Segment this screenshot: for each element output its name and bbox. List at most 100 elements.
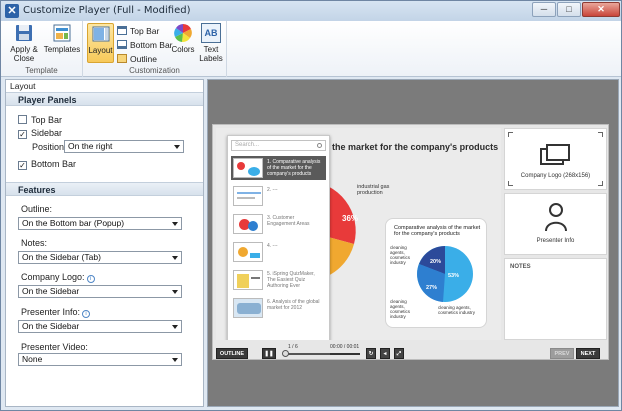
outline-item-text: 5. iSpring QuizMaker, The Easiest Quiz A… bbox=[267, 271, 315, 289]
search-placeholder: Search... bbox=[235, 142, 260, 148]
templates-label: Templates bbox=[43, 45, 81, 54]
title-bar: ✕ Customize Player (Full - Modified) ─ □… bbox=[1, 1, 621, 21]
layout-button[interactable]: Layout bbox=[87, 23, 114, 63]
colors-label: Colors bbox=[171, 45, 195, 54]
outline-item-text: 6. Analysis of the global market for 201… bbox=[267, 299, 320, 311]
replay-icon: ↻ bbox=[368, 351, 374, 357]
fullscreen-button[interactable]: ⤢ bbox=[394, 348, 404, 359]
inset-pie-chart bbox=[417, 246, 473, 302]
apply-close-button[interactable]: Apply & Close bbox=[7, 23, 41, 63]
chevron-down-icon bbox=[174, 145, 180, 149]
customization-group: Layout Top Bar Bottom Bar Outline Colors… bbox=[83, 21, 227, 77]
sidebar-checkbox-row[interactable]: ✓ Sidebar bbox=[18, 127, 62, 139]
next-button[interactable]: NEXT bbox=[576, 348, 600, 359]
progress-handle[interactable] bbox=[282, 350, 289, 357]
outline-item[interactable]: 2. --- bbox=[231, 184, 326, 208]
bottom-bar-checkbox[interactable]: ✓ bbox=[18, 161, 27, 170]
templates-button[interactable]: Templates bbox=[43, 23, 81, 63]
info-icon[interactable]: i bbox=[82, 310, 91, 318]
company-logo-select[interactable]: On the Sidebar bbox=[18, 285, 182, 298]
chevron-down-icon bbox=[172, 256, 178, 260]
inset-label-2: cleaning agents, cosmetics industry bbox=[390, 299, 411, 319]
chevron-down-icon bbox=[172, 325, 178, 329]
time-readout: 00:00 / 00:01 bbox=[330, 344, 360, 350]
outline-item[interactable]: 5. iSpring QuizMaker, The Easiest Quiz A… bbox=[231, 268, 326, 292]
outline-item[interactable]: 6. Analysis of the global market for 201… bbox=[231, 296, 326, 320]
company-logo-card: Company Logo (268x156) bbox=[504, 128, 607, 190]
bottom-bar-button[interactable]: Bottom Bar bbox=[117, 39, 173, 51]
outline-label: Outline bbox=[130, 54, 157, 64]
presenter-info-select[interactable]: On the Sidebar bbox=[18, 320, 182, 333]
outline-search-input[interactable]: Search... bbox=[231, 140, 326, 151]
outline-value: On the Bottom bar (Popup) bbox=[22, 218, 125, 228]
info-icon[interactable]: i bbox=[86, 275, 95, 283]
layout-label: Layout bbox=[88, 46, 113, 55]
player-preview: of the market for the company's products… bbox=[207, 79, 619, 407]
inset-pct-1: 20% bbox=[430, 259, 442, 265]
ribbon: Apply & Close Templates Template Layout … bbox=[1, 21, 621, 77]
outline-item[interactable]: 1. Comparative analysis of the market fo… bbox=[231, 156, 326, 180]
company-logo-value: On the Sidebar bbox=[22, 286, 80, 296]
volume-track[interactable] bbox=[330, 353, 360, 355]
outline-toggle-button[interactable]: OUTLINE bbox=[216, 348, 248, 359]
app-icon: ✕ bbox=[5, 4, 19, 18]
notes-select[interactable]: On the Sidebar (Tab) bbox=[18, 251, 182, 264]
position-select[interactable]: On the right bbox=[64, 140, 184, 153]
top-bar-checkbox-label: Top Bar bbox=[31, 115, 63, 125]
top-bar-button[interactable]: Top Bar bbox=[117, 25, 159, 37]
settings-panel: Layout Player Panels Top Bar ✓ Sidebar Po… bbox=[5, 79, 204, 407]
notes-value: On the Sidebar (Tab) bbox=[22, 252, 101, 262]
colors-button[interactable]: Colors bbox=[169, 23, 197, 63]
inset-pct-2: 27% bbox=[426, 285, 438, 291]
templates-icon bbox=[53, 24, 71, 42]
bottom-bar-icon bbox=[117, 40, 127, 49]
outline-popup: Search... 1. Comparative analysis of the… bbox=[227, 135, 330, 340]
presenter-info-value: On the Sidebar bbox=[22, 321, 80, 331]
sidebar-checkbox-label: Sidebar bbox=[31, 128, 63, 138]
expand-icon: ⤢ bbox=[396, 351, 402, 357]
volume-button[interactable]: ◂ bbox=[380, 348, 390, 359]
outline-button[interactable]: Outline bbox=[117, 53, 157, 65]
outline-select[interactable]: On the Bottom bar (Popup) bbox=[18, 217, 182, 230]
sidebar-checkbox[interactable]: ✓ bbox=[18, 130, 27, 139]
color-wheel-icon bbox=[174, 24, 192, 43]
bottom-bar-checkbox-row[interactable]: ✓ Bottom Bar bbox=[18, 158, 76, 170]
presenter-info-label: Presenter Info bbox=[536, 238, 575, 244]
pie-label: industrial gas production bbox=[357, 184, 390, 196]
slide-thumbnail bbox=[233, 158, 263, 178]
search-icon bbox=[317, 143, 322, 148]
panel-header: Layout bbox=[6, 80, 203, 92]
outline-item-text: 3. Customer Engagement Areas bbox=[267, 215, 310, 227]
features-section: Features bbox=[6, 182, 203, 196]
logo-placeholder-icon bbox=[540, 144, 570, 165]
layout-icon bbox=[92, 26, 109, 42]
top-bar-label: Top Bar bbox=[130, 26, 160, 36]
template-group: Apply & Close Templates Template bbox=[1, 21, 83, 77]
text-labels-icon: AB bbox=[201, 23, 221, 43]
presenter-video-value: None bbox=[22, 354, 43, 364]
minimize-button[interactable]: ─ bbox=[532, 2, 556, 17]
maximize-button[interactable]: □ bbox=[557, 2, 581, 17]
outline-field-label: Outline: bbox=[21, 204, 53, 214]
player-panels-section: Player Panels bbox=[6, 92, 203, 106]
top-bar-checkbox-row[interactable]: Top Bar bbox=[18, 114, 62, 126]
outline-item[interactable]: 4. --- bbox=[231, 240, 326, 264]
top-bar-checkbox[interactable] bbox=[18, 115, 27, 124]
outline-item[interactable]: 3. Customer Engagement Areas bbox=[231, 212, 326, 236]
company-logo-label: Company Logo (268x156) bbox=[520, 173, 591, 179]
inset-label-3: cleaning agents, cosmetics industry bbox=[438, 305, 476, 315]
customization-group-label: Customization bbox=[129, 66, 180, 75]
close-button[interactable]: ✕ bbox=[582, 2, 620, 17]
position-label: Position: bbox=[32, 142, 67, 152]
notes-field-label: Notes: bbox=[21, 238, 48, 248]
slide-thumbnail bbox=[233, 214, 263, 234]
presenter-video-field-label: Presenter Video: bbox=[21, 342, 88, 352]
replay-button[interactable]: ↻ bbox=[366, 348, 376, 359]
outline-item-text: 2. --- bbox=[267, 187, 278, 193]
pause-button[interactable]: ❚❚ bbox=[262, 348, 276, 359]
presenter-video-select[interactable]: None bbox=[18, 353, 182, 366]
progress-track[interactable] bbox=[284, 353, 330, 355]
prev-button[interactable]: PREV bbox=[550, 348, 574, 359]
player-control-bar: OUTLINE ❚❚ 1 / 6 00:00 / 00:01 ↻ ◂ ⤢ PRE… bbox=[212, 344, 604, 362]
text-labels-button[interactable]: AB Text Labels bbox=[197, 23, 225, 63]
